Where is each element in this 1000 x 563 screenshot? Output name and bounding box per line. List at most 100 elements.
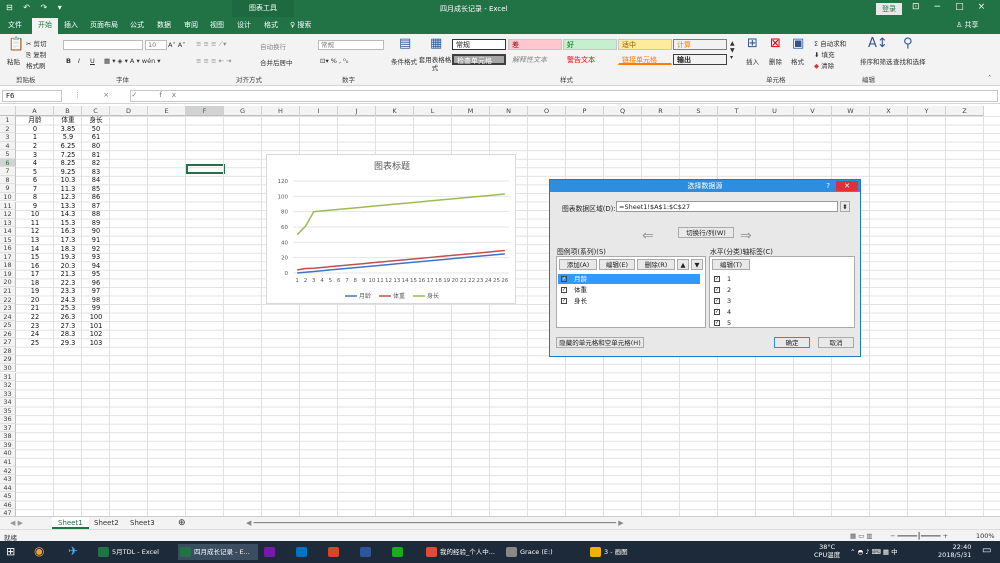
tab-formulas[interactable]: 公式 — [130, 20, 144, 30]
row-header[interactable]: 17 — [0, 252, 16, 262]
tell-me-search[interactable]: ♀ 搜索 — [290, 20, 311, 30]
row-header[interactable]: 35 — [0, 406, 16, 416]
edit-axis-labels-button[interactable]: 编辑(T) — [712, 259, 750, 270]
table-cell[interactable]: 86 — [82, 193, 110, 201]
move-up-button[interactable]: ▲ — [677, 259, 689, 270]
series-item[interactable]: ✓ 月龄 — [558, 274, 701, 284]
table-cell[interactable]: 26.3 — [54, 313, 82, 321]
series-item[interactable]: ✓ 体重 — [558, 285, 700, 295]
taskbar-item[interactable] — [326, 544, 354, 560]
row-header[interactable]: 40 — [0, 449, 16, 458]
table-cell[interactable]: 8 — [16, 193, 54, 201]
style-check-cell[interactable]: 检查单元格 — [452, 54, 506, 65]
chart-range-input[interactable]: =Sheet1!$A$1:$C$27 — [616, 201, 838, 212]
table-cell[interactable]: 体重 — [54, 116, 82, 124]
range-collapse-button[interactable]: ⬍ — [840, 201, 850, 212]
format-painter-button[interactable]: 格式刷 — [26, 60, 46, 70]
column-header[interactable]: C — [82, 106, 110, 116]
windows-start-icon[interactable]: ⊞ — [6, 545, 15, 558]
select-all-corner[interactable] — [0, 106, 16, 116]
row-header[interactable]: 43 — [0, 475, 16, 484]
underline-button[interactable]: U — [90, 57, 95, 65]
window-controls[interactable]: ⊡−□× — [912, 2, 999, 12]
wrap-text-button[interactable]: 自动换行 — [260, 41, 286, 51]
table-cell[interactable]: 25 — [16, 339, 54, 347]
table-cell[interactable]: 身长 — [82, 116, 110, 124]
table-cell[interactable]: 91 — [82, 236, 110, 244]
table-cell[interactable]: 2 — [16, 142, 54, 150]
table-cell[interactable]: 16.3 — [54, 227, 82, 235]
row-header[interactable]: 33 — [0, 389, 16, 399]
quick-access-toolbar[interactable]: ⊟ ↶ ↷ ▾ — [6, 3, 66, 12]
row-header[interactable]: 9 — [0, 184, 16, 193]
table-cell[interactable]: 89 — [82, 219, 110, 227]
row-header[interactable]: 6 — [0, 158, 16, 168]
switch-row-column-button[interactable]: 切换行/列(W) — [678, 227, 734, 238]
table-cell[interactable]: 14 — [16, 245, 54, 253]
tab-home[interactable]: 开始 — [32, 18, 58, 34]
style-good[interactable]: 好 — [563, 39, 617, 50]
series-line[interactable] — [297, 253, 505, 274]
table-cell[interactable]: 22.3 — [54, 279, 82, 287]
row-header[interactable]: 24 — [0, 312, 16, 322]
table-cell[interactable]: 24 — [16, 330, 54, 338]
table-cell[interactable]: 8.25 — [54, 159, 82, 167]
row-header[interactable]: 30 — [0, 363, 16, 373]
chart-title[interactable]: 图表标题 — [374, 160, 410, 172]
column-header[interactable]: Y — [908, 106, 946, 116]
table-cell[interactable]: 14.3 — [54, 210, 82, 218]
number-format-box[interactable]: 常规 — [318, 40, 384, 50]
row-header[interactable]: 3 — [0, 133, 16, 142]
table-cell[interactable]: 5 — [16, 168, 54, 176]
line-chart[interactable]: 图表标题 0 20 40 60 80 100 120 1 2 3 4 5 6 7 8 9 10 11 12 13 14 1… — [266, 154, 516, 304]
sheet-tab-2[interactable]: Sheet2 — [88, 517, 125, 529]
app-icon-2[interactable]: ✈ — [68, 544, 78, 558]
taskbar-item[interactable] — [294, 544, 322, 560]
row-header[interactable]: 4 — [0, 141, 16, 151]
table-cell[interactable]: 21.3 — [54, 270, 82, 278]
table-cell[interactable]: 29.3 — [54, 339, 82, 347]
active-cell-f6[interactable] — [186, 164, 225, 174]
table-cell[interactable]: 5.9 — [54, 133, 82, 141]
table-cell[interactable]: 9 — [16, 202, 54, 210]
font-grow-shrink[interactable]: A˄ A˅ — [168, 41, 185, 49]
align-top-buttons[interactable]: ≡ ≡ ≡ ⟋▾ — [196, 40, 226, 49]
row-header[interactable]: 46 — [0, 500, 16, 510]
row-header[interactable]: 12 — [0, 210, 16, 219]
table-cell[interactable]: 18.3 — [54, 245, 82, 253]
table-cell[interactable]: 17.3 — [54, 236, 82, 244]
style-neutral[interactable]: 适中 — [618, 39, 672, 50]
table-cell[interactable]: 83 — [82, 168, 110, 176]
checkbox-icon[interactable]: ✓ — [561, 276, 567, 282]
column-header[interactable]: T — [718, 106, 756, 116]
table-cell[interactable]: 7 — [16, 185, 54, 193]
fill-button[interactable]: ⬇ 填充 — [814, 49, 835, 59]
merge-center-button[interactable]: 合并后居中 — [260, 57, 293, 67]
column-header[interactable]: J — [338, 106, 376, 116]
table-cell[interactable]: 61 — [82, 133, 110, 141]
axis-label-item[interactable]: ✓ 5 — [711, 318, 849, 327]
column-header[interactable]: F — [186, 106, 224, 116]
table-cell[interactable]: 88 — [82, 210, 110, 218]
find-select-button[interactable]: 查找和选择 — [893, 56, 926, 66]
table-cell[interactable]: 23.3 — [54, 287, 82, 295]
row-header[interactable]: 1 — [0, 116, 16, 125]
font-size-box[interactable]: 10 — [145, 40, 167, 50]
column-header[interactable]: I — [300, 106, 338, 116]
table-cell[interactable]: 6.25 — [54, 142, 82, 150]
column-header[interactable]: Z — [946, 106, 984, 116]
table-cell[interactable]: 11.3 — [54, 185, 82, 193]
styles-scroll[interactable]: ▲ ▼ ▾ — [730, 40, 735, 61]
axis-label-item[interactable]: ✓ 4 — [711, 307, 849, 317]
column-header[interactable]: L — [414, 106, 452, 116]
column-header[interactable]: W — [832, 106, 870, 116]
axis-label-item[interactable]: ✓ 2 — [711, 285, 849, 295]
view-buttons[interactable]: ▦ ▭ ▥ — [850, 532, 873, 540]
table-cell[interactable]: 94 — [82, 262, 110, 270]
row-header[interactable]: 18 — [0, 261, 16, 270]
tab-page-layout[interactable]: 页面布局 — [90, 20, 118, 30]
row-header[interactable]: 10 — [0, 192, 16, 202]
row-header[interactable]: 26 — [0, 329, 16, 339]
row-header[interactable]: 39 — [0, 440, 16, 450]
row-header[interactable]: 47 — [0, 509, 16, 516]
